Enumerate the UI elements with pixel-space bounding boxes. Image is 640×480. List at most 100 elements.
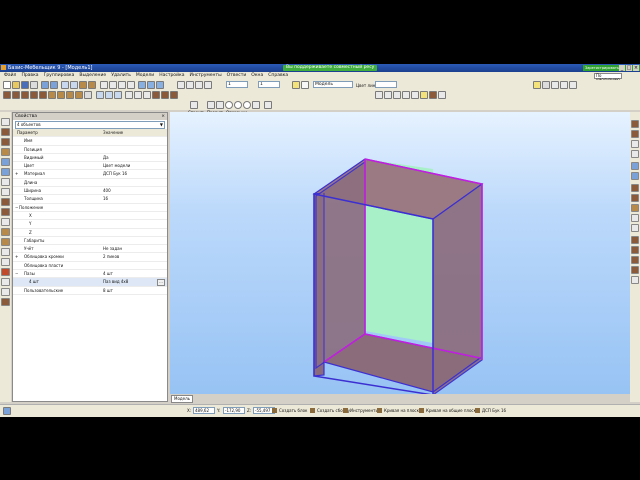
section-icon[interactable] [375,91,383,99]
menu-help[interactable]: Справка [268,73,288,78]
x-coordinate[interactable]: 489,62 [193,407,215,414]
property-value[interactable]: Паз вид 4x8 [103,278,128,285]
bulb-icon[interactable] [292,81,300,89]
pan-icon[interactable] [70,81,78,89]
view-top-icon[interactable] [109,81,117,89]
tool-panel-icon[interactable] [1,128,10,136]
fillet-tool-icon[interactable] [264,101,272,109]
line-tool-icon[interactable] [207,101,215,109]
tool-fastener-icon[interactable] [1,168,10,176]
mirror-icon[interactable] [105,91,113,99]
render-icon[interactable] [138,81,146,89]
tool-select-icon[interactable] [1,118,10,126]
property-row[interactable]: + Облицовка кромки 2 пиков [13,253,167,262]
maximize-button[interactable]: □ [626,65,632,71]
shade-icon[interactable] [156,81,164,89]
tool-ungroup-icon[interactable] [1,258,10,266]
cabinet-icon[interactable] [3,91,11,99]
annotation-icon[interactable] [393,91,401,99]
rotate-icon[interactable] [96,91,104,99]
groove-icon[interactable] [170,91,178,99]
sum-icon[interactable] [560,81,568,89]
property-value[interactable]: 2 пиков [103,253,119,260]
move-icon[interactable] [114,91,122,99]
select-arrow-icon[interactable] [190,101,198,109]
door-icon[interactable] [30,91,38,99]
property-row[interactable]: Облицовка пласти [13,262,167,271]
menu-selection[interactable]: Выделение [79,73,106,78]
specification-icon[interactable] [402,91,410,99]
tool-cut-icon[interactable] [1,148,10,156]
menu-file[interactable]: Файл [4,73,16,78]
view-front-icon[interactable] [100,81,108,89]
right-hinge-icon[interactable] [631,214,639,222]
y-coordinate[interactable]: -172,90 [223,407,245,414]
export-icon[interactable] [420,91,428,99]
right-facade-icon[interactable] [631,204,639,212]
property-row[interactable]: Ширина 400 [13,187,167,196]
menu-grouping[interactable]: Группировка [44,73,75,78]
polyline-tool-icon[interactable] [216,101,224,109]
layer-select[interactable]: Модель [313,81,353,88]
angle-icon[interactable] [204,81,212,89]
minimize-button[interactable]: _ [619,65,625,71]
material-status-button[interactable]: ДСП Бук 16 [475,407,506,414]
measure-icon[interactable] [551,81,559,89]
property-row[interactable]: X [13,212,167,221]
property-row[interactable]: Y [13,220,167,229]
array-icon[interactable] [125,91,133,99]
property-value[interactable]: ДСП Бук 16 [103,170,127,177]
tool-material-icon[interactable] [1,298,10,306]
property-row[interactable]: − Положение [13,204,167,212]
viewport-tab-model[interactable]: Модель [171,395,194,403]
tools-button[interactable]: Инструменты [343,407,379,414]
calculator-icon[interactable] [542,81,550,89]
facade-icon[interactable] [48,91,56,99]
view-preset-dropdown[interactable]: По умолчанию [594,73,622,82]
right-settings-icon[interactable] [631,276,639,284]
library-icon[interactable] [438,91,446,99]
distribute-icon[interactable] [143,91,151,99]
back-wall-icon[interactable] [57,91,65,99]
menu-tools[interactable]: Инструменты [189,73,221,78]
menu-edit[interactable]: Правка [21,73,38,78]
right-box-icon[interactable] [631,236,639,244]
rectangle-tool-icon[interactable] [252,101,260,109]
property-row[interactable]: Цвет Цвет модели [13,162,167,171]
zoom-icon[interactable] [61,81,69,89]
property-row[interactable]: Позиция [13,146,167,154]
property-row[interactable]: 4 шт Паз вид 4x8… [13,278,167,287]
tool-group-icon[interactable] [1,248,10,256]
right-drawer-icon[interactable] [631,194,639,202]
dimension-icon[interactable] [384,91,392,99]
undo-icon[interactable] [41,81,49,89]
property-row[interactable]: Длина [13,179,167,188]
edge-icon[interactable] [161,91,169,99]
layer-visibility-icon[interactable] [301,81,309,89]
right-shelf-icon[interactable] [631,130,639,138]
open-folder-icon[interactable] [12,81,20,89]
curve-on-plane-button[interactable]: Кривая на плоск. [377,407,420,414]
collapse-icon[interactable]: − [15,204,18,211]
property-row[interactable]: Толщина 16 [13,195,167,204]
expand-icon[interactable]: + [15,253,18,260]
arc-tool-icon[interactable] [234,101,242,109]
tool-edge-icon[interactable] [1,238,10,246]
tool-board-icon[interactable] [1,138,10,146]
property-value[interactable]: Цвет модели [103,162,130,169]
tool-door-icon[interactable] [1,208,10,216]
shelf-icon[interactable] [21,91,29,99]
ellipse-tool-icon[interactable] [243,101,251,109]
print-icon[interactable] [30,81,38,89]
step-input[interactable]: 1 [226,81,248,88]
partition-icon[interactable] [39,91,47,99]
property-edit-button[interactable]: … [157,279,165,287]
close-button[interactable]: × [633,65,639,71]
property-value[interactable]: 400 [103,187,111,194]
view-side-icon[interactable] [118,81,126,89]
property-row[interactable]: − Пазы 4 шт [13,270,167,279]
property-row[interactable]: Учёт Не задан [13,245,167,254]
property-value[interactable]: Да [103,154,109,161]
redo-icon[interactable] [50,81,58,89]
panel-icon[interactable] [79,81,87,89]
